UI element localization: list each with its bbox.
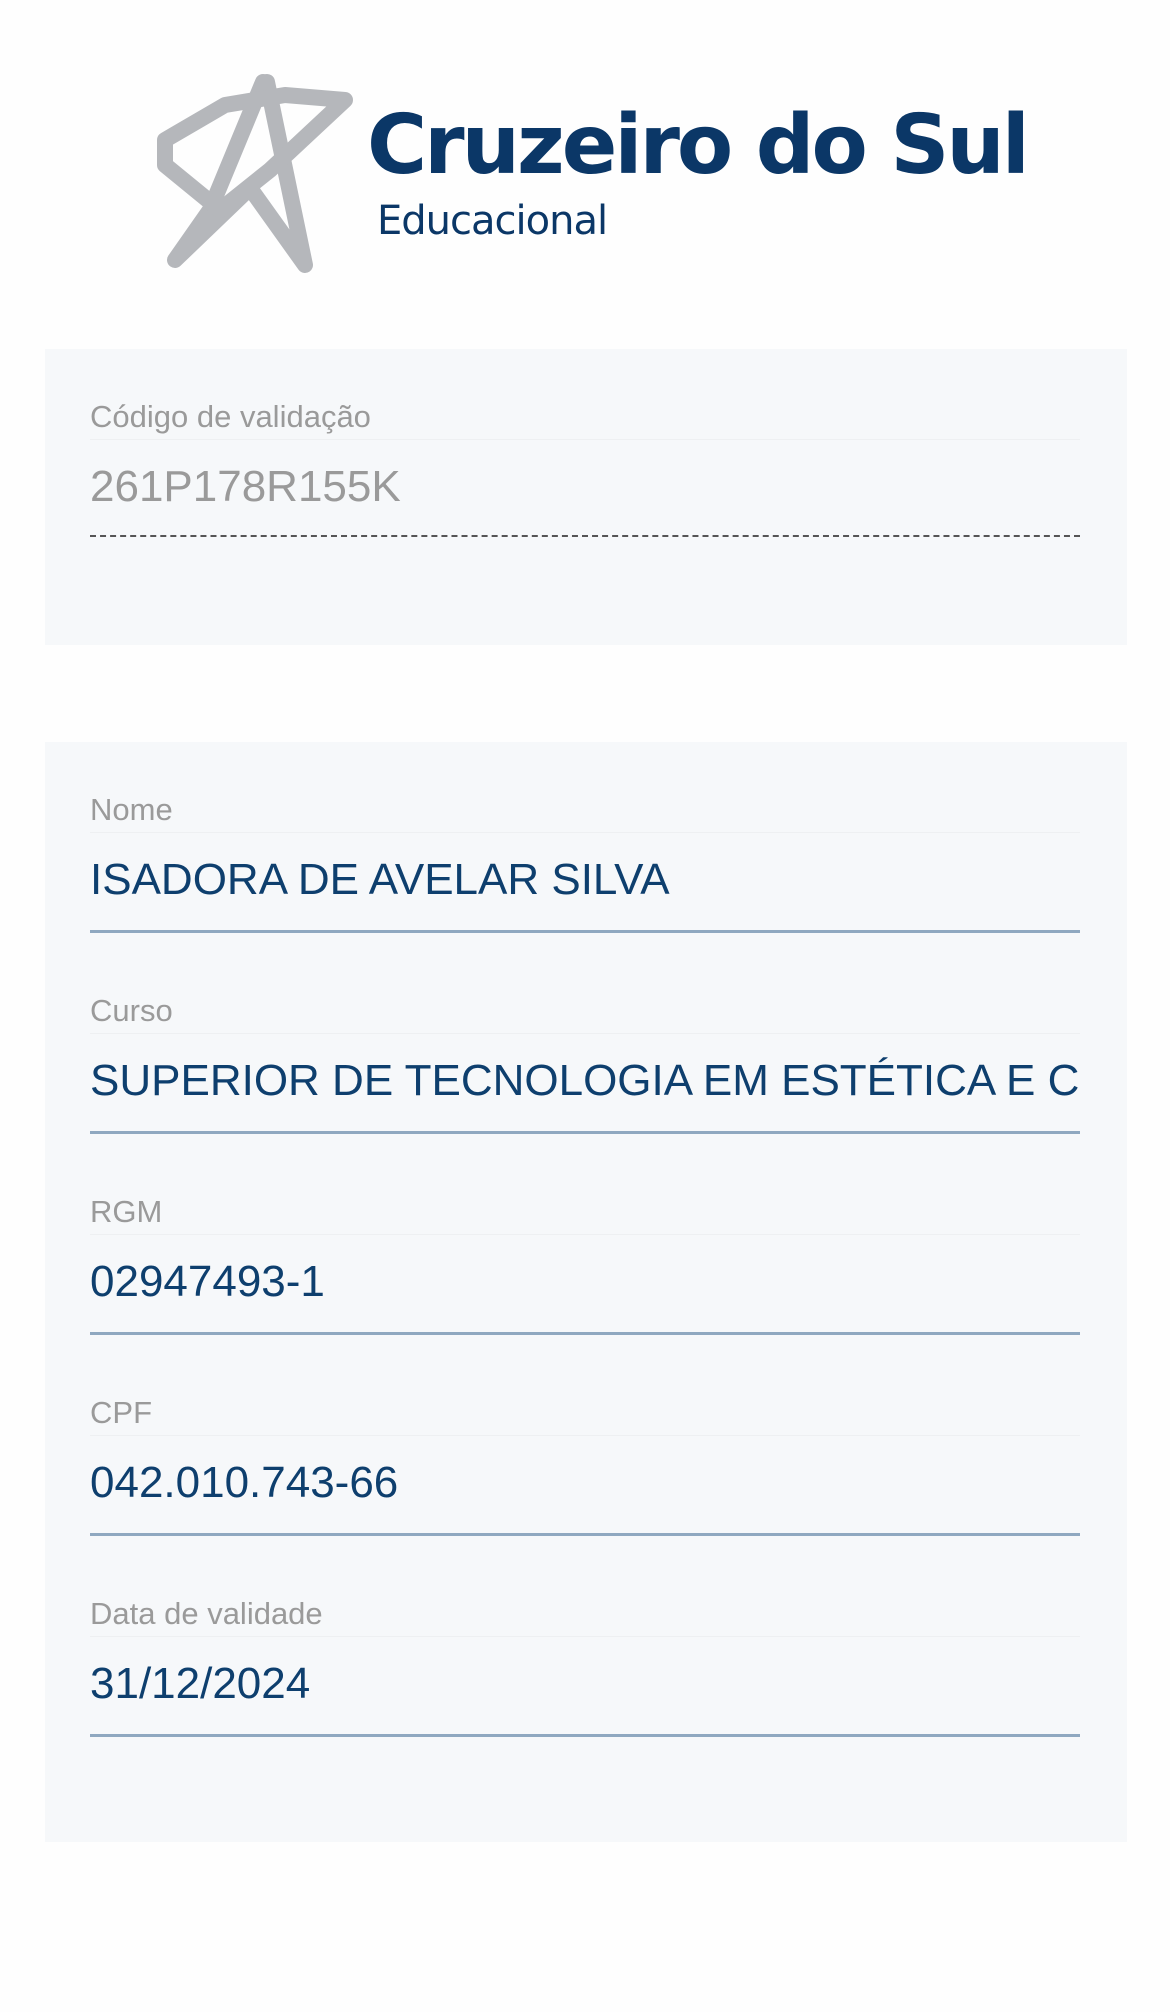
- expiry-date-value: 31/12/2024: [90, 1659, 311, 1708]
- logo-subtitle: Educacional: [377, 198, 608, 244]
- name-field: Nome ISADORA DE AVELAR SILVA: [90, 788, 1080, 933]
- star-logo-icon: [157, 74, 353, 273]
- course-field: Curso SUPERIOR DE TECNOLOGIA EM ESTÉTICA…: [90, 989, 1080, 1134]
- field-label: Data de validade: [90, 1592, 1080, 1637]
- field-label: RGM: [90, 1190, 1080, 1235]
- logo-title: Cruzeiro do Sul: [367, 98, 1030, 193]
- field-underline: [90, 1734, 1080, 1737]
- course-value: SUPERIOR DE TECNOLOGIA EM ESTÉTICA E COS…: [90, 1056, 1080, 1105]
- name-value: ISADORA DE AVELAR SILVA: [90, 855, 670, 904]
- field-underline: [90, 1332, 1080, 1335]
- validation-code-field[interactable]: Código de validação 261P178R155K: [90, 395, 1080, 537]
- cpf-field: CPF 042.010.743-66: [90, 1391, 1080, 1536]
- field-underline: [90, 930, 1080, 933]
- validation-code-value: 261P178R155K: [90, 462, 401, 511]
- expiry-date-field: Data de validade 31/12/2024: [90, 1592, 1080, 1737]
- cruzeiro-do-sul-logo: Cruzeiro do Sul Educacional: [155, 70, 1035, 280]
- field-label: Nome: [90, 788, 1080, 833]
- rgm-value: 02947493-1: [90, 1257, 325, 1306]
- rgm-field: RGM 02947493-1: [90, 1190, 1080, 1335]
- field-underline: [90, 535, 1080, 537]
- student-info-card: Nome ISADORA DE AVELAR SILVA Curso SUPER…: [45, 742, 1127, 1842]
- field-underline: [90, 1131, 1080, 1134]
- field-underline: [90, 1533, 1080, 1536]
- cpf-value: 042.010.743-66: [90, 1458, 399, 1507]
- field-label: Curso: [90, 989, 1080, 1034]
- field-label: CPF: [90, 1391, 1080, 1436]
- validation-card: Código de validação 261P178R155K: [45, 349, 1127, 645]
- field-label: Código de validação: [90, 395, 1080, 440]
